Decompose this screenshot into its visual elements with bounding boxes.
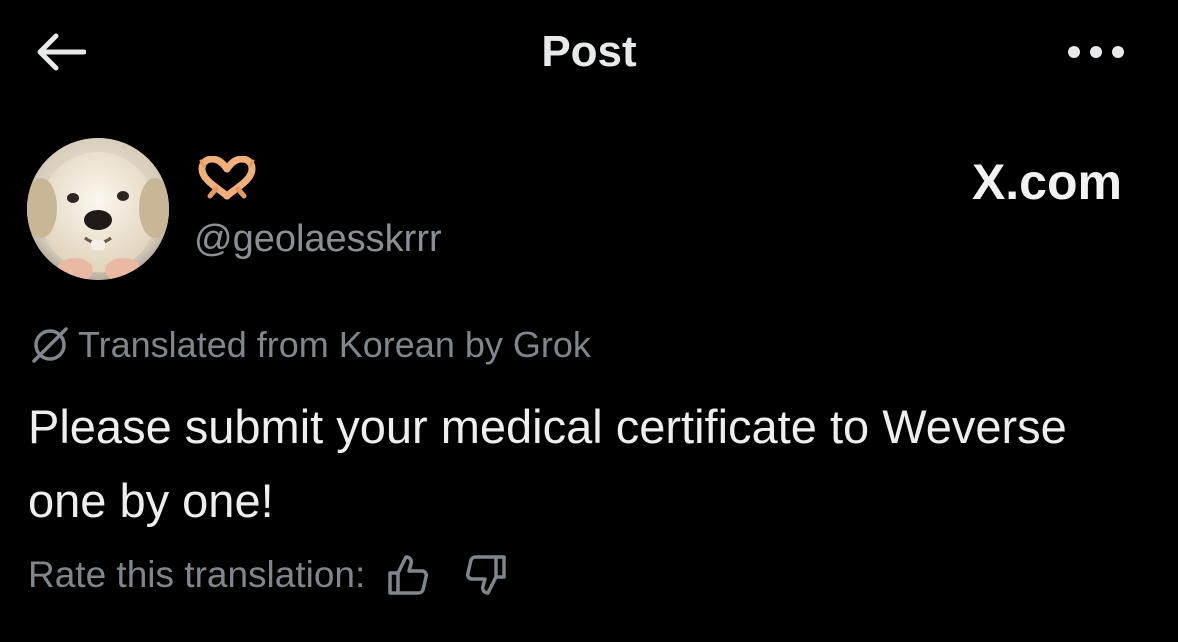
page-title: Post bbox=[541, 27, 637, 76]
rate-translation-label: Rate this translation: bbox=[28, 554, 366, 595]
rate-translation-row: Rate this translation: bbox=[28, 550, 511, 600]
translation-note-text: Translated from Korean by Grok bbox=[78, 324, 591, 365]
thumbs-up-icon bbox=[388, 555, 429, 595]
author-display-name[interactable] bbox=[196, 155, 266, 204]
thumbs-up-button[interactable] bbox=[383, 550, 433, 600]
post-text: Please submit your medical certificate t… bbox=[28, 400, 1067, 527]
x-com-watermark: X.com bbox=[971, 154, 1122, 210]
more-options-button[interactable] bbox=[1060, 30, 1132, 74]
author-handle[interactable]: @geolaesskrrr bbox=[194, 214, 442, 264]
thumbs-down-button[interactable] bbox=[461, 550, 511, 600]
arrow-left-icon bbox=[37, 33, 86, 71]
puppy-avatar bbox=[27, 138, 169, 280]
avatar[interactable] bbox=[27, 138, 169, 280]
heart-hands-emoji bbox=[198, 155, 256, 200]
top-navigation-bar: Post bbox=[0, 0, 1178, 104]
back-button[interactable] bbox=[30, 26, 90, 78]
thumbs-down-icon bbox=[466, 555, 507, 595]
more-horizontal-icon bbox=[1068, 46, 1124, 58]
translation-note: Translated from Korean by Grok bbox=[30, 322, 591, 368]
grok-icon bbox=[30, 325, 70, 365]
